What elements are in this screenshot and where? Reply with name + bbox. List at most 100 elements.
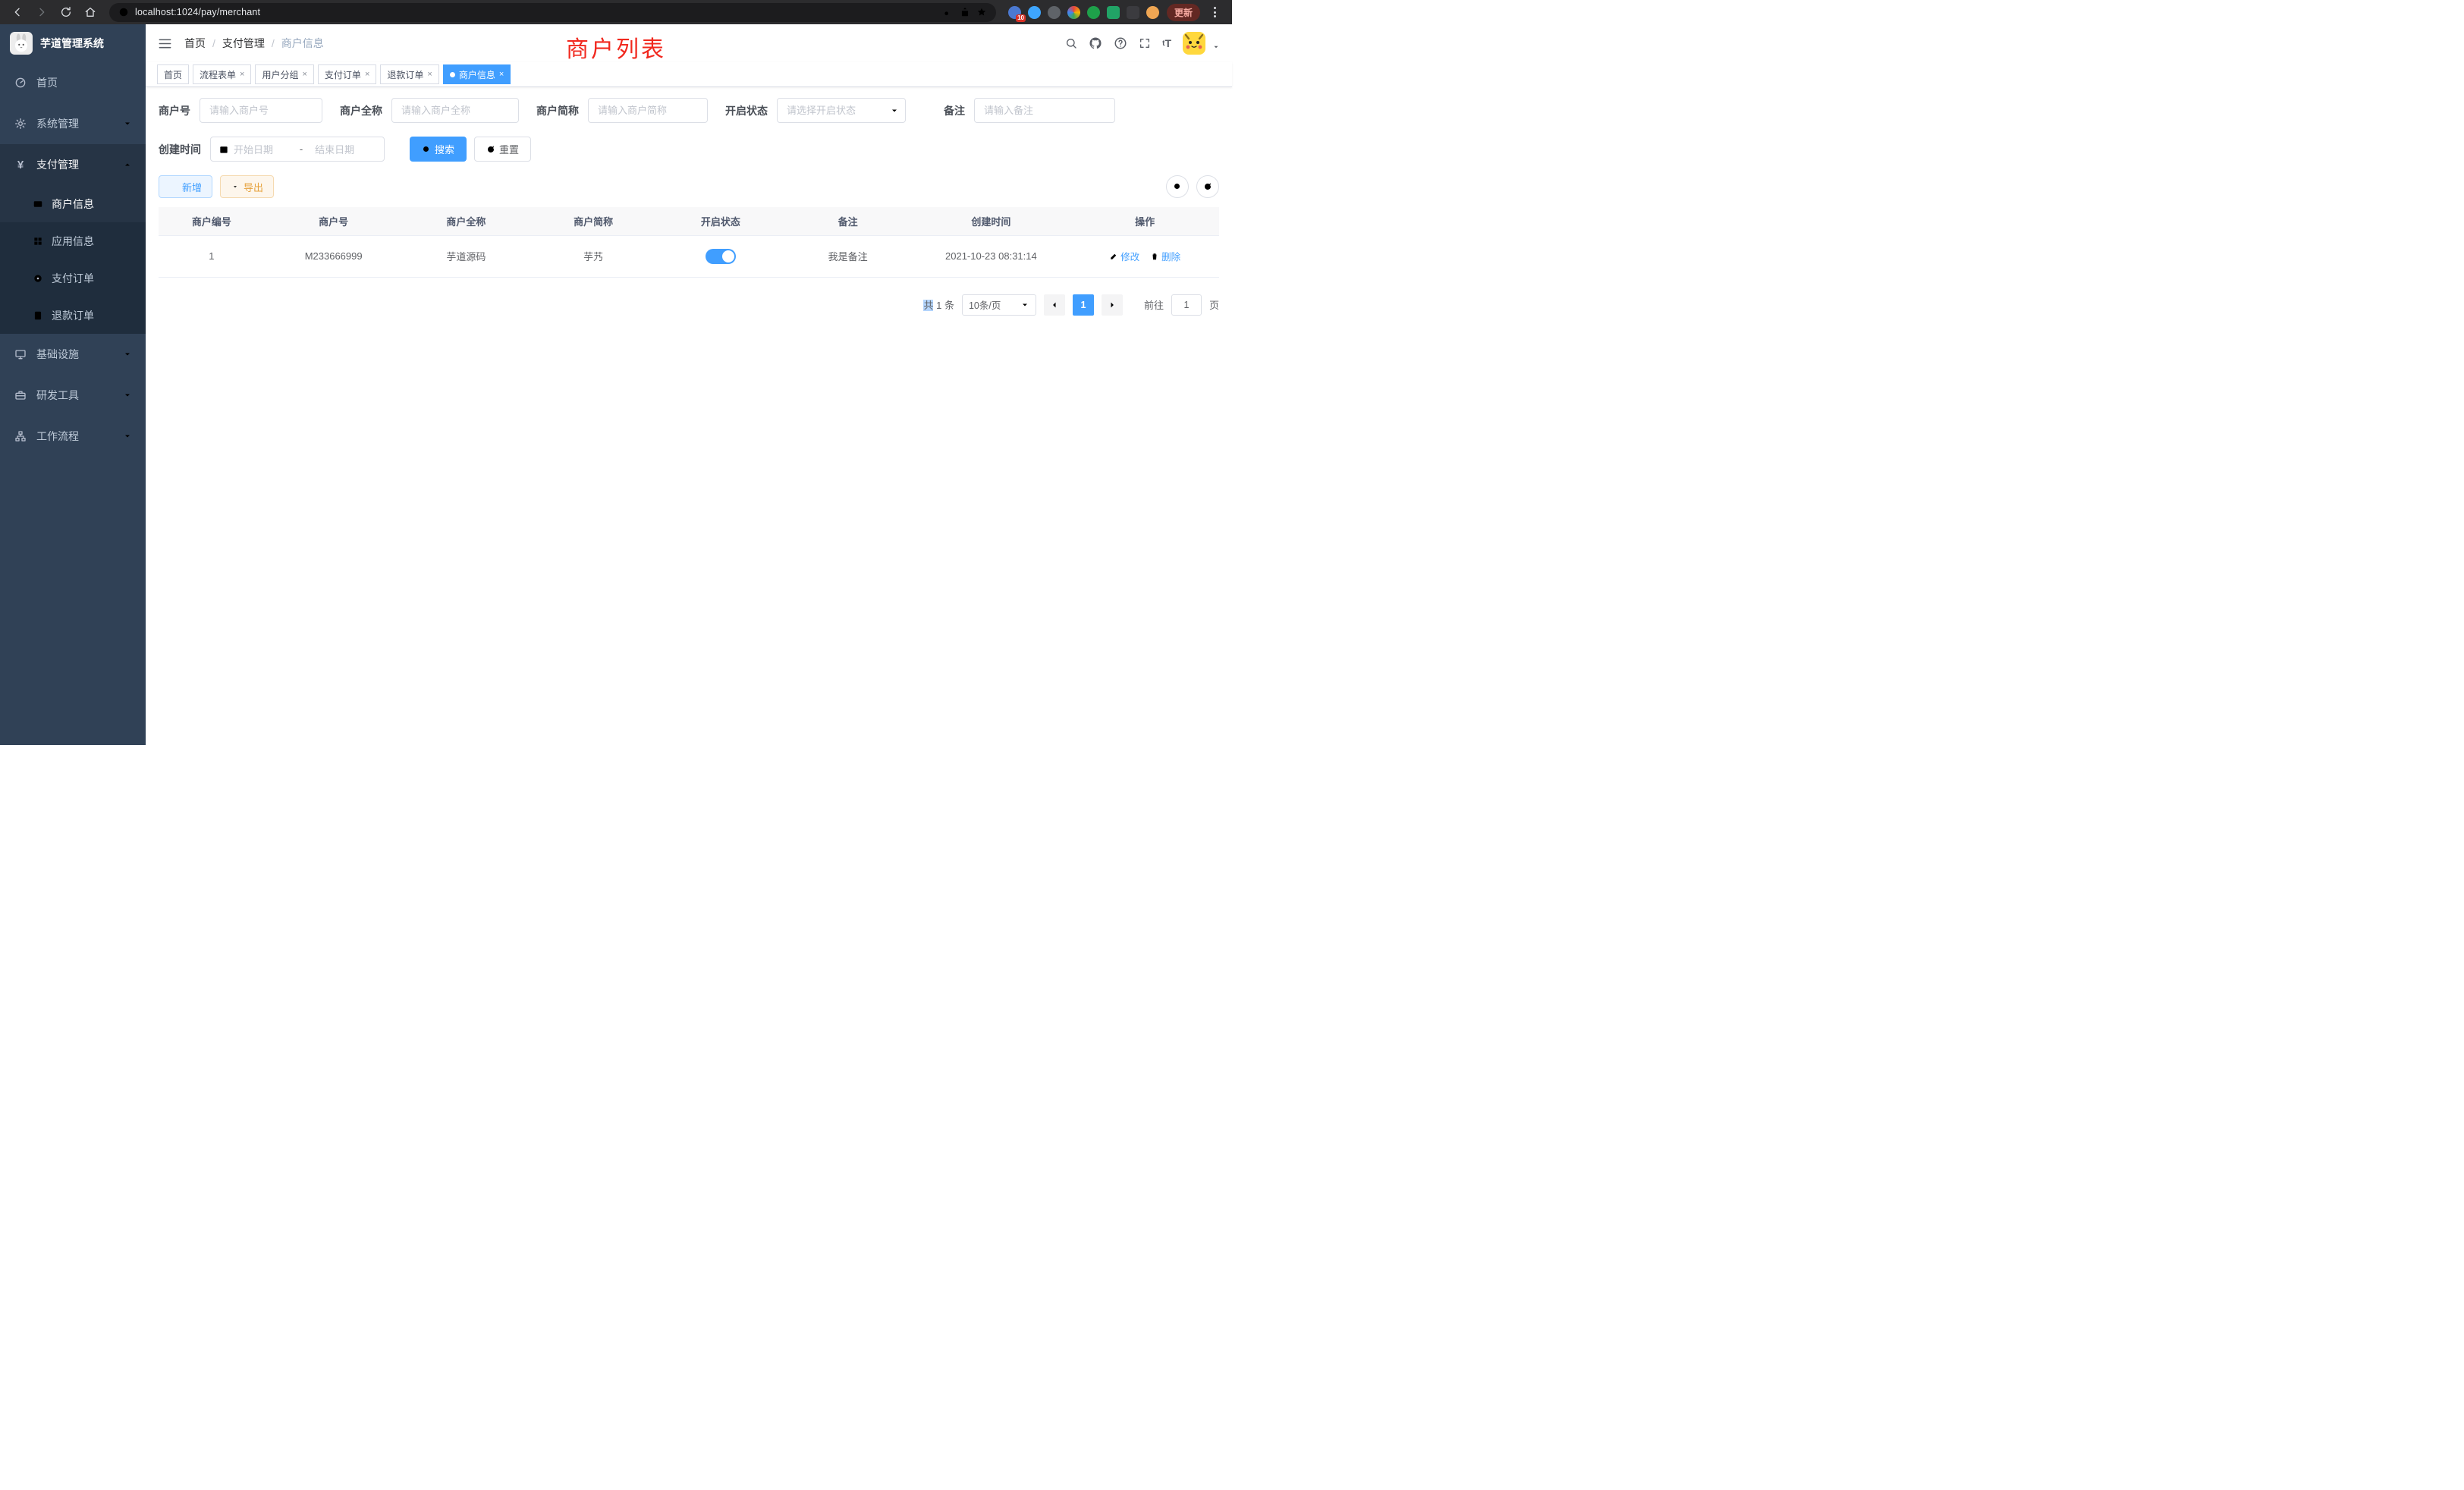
tab-close-icon[interactable]: × bbox=[302, 71, 306, 79]
tab-close-icon[interactable]: × bbox=[499, 71, 504, 79]
extension-drop-icon[interactable] bbox=[1028, 6, 1041, 19]
merchant-table: 商户编号 商户号 商户全称 商户简称 开启状态 备注 创建时间 操作 1 bbox=[159, 207, 1219, 278]
browser-back-button[interactable] bbox=[8, 2, 27, 22]
header-search-icon[interactable] bbox=[1065, 37, 1077, 49]
avatar-caret-down-icon[interactable] bbox=[1212, 43, 1220, 51]
search-button-label: 搜索 bbox=[435, 142, 454, 156]
hamburger-icon[interactable] bbox=[158, 36, 172, 51]
search-icon bbox=[1173, 182, 1182, 191]
goto-page-input[interactable] bbox=[1171, 294, 1202, 316]
tab-close-icon[interactable]: × bbox=[240, 71, 244, 79]
site-info-icon[interactable] bbox=[118, 7, 129, 17]
tab-pay-orders[interactable]: 支付订单 × bbox=[318, 64, 376, 84]
page-1-button[interactable]: 1 bbox=[1073, 294, 1094, 316]
sidebar-subitem-label: 退款订单 bbox=[52, 308, 94, 323]
merchant-no-input[interactable] bbox=[200, 98, 322, 123]
tab-process-form[interactable]: 流程表单 × bbox=[193, 64, 251, 84]
refresh-table-button[interactable] bbox=[1196, 175, 1219, 198]
monitor-icon bbox=[14, 348, 27, 360]
main-panel: 首页 / 支付管理 / 商户信息 商户列表 bbox=[146, 24, 1232, 745]
user-avatar[interactable] bbox=[1183, 32, 1205, 55]
forward-arrow-icon bbox=[36, 6, 48, 18]
dashboard-icon bbox=[14, 77, 27, 89]
sidebar-item-label: 系统管理 bbox=[36, 116, 79, 131]
breadcrumb-home[interactable]: 首页 bbox=[184, 36, 206, 51]
browser-update-button[interactable]: 更新 bbox=[1167, 4, 1200, 21]
sidebar-item-merchant-info[interactable]: 商户信息 bbox=[0, 185, 146, 222]
browser-chrome: localhost:1024/pay/merchant 10 更新 bbox=[0, 0, 1232, 24]
cell-short-name: 芋艿 bbox=[530, 235, 657, 277]
logo-avatar bbox=[10, 32, 33, 55]
password-key-icon[interactable] bbox=[943, 7, 954, 17]
browser-forward-button[interactable] bbox=[32, 2, 52, 22]
browser-home-button[interactable] bbox=[80, 2, 100, 22]
breadcrumb-payment[interactable]: 支付管理 bbox=[222, 36, 265, 51]
tab-label: 流程表单 bbox=[200, 68, 236, 81]
calendar-icon bbox=[218, 144, 229, 155]
sidebar-item-app-info[interactable]: 应用信息 bbox=[0, 222, 146, 259]
full-name-input[interactable] bbox=[391, 98, 519, 123]
bookmark-star-icon[interactable] bbox=[976, 7, 987, 17]
column-header: 商户号 bbox=[265, 207, 403, 235]
app-title: 芋道管理系统 bbox=[40, 36, 104, 51]
extension-green-circle-icon[interactable] bbox=[1087, 6, 1100, 19]
sidebar-item-workflow[interactable]: 工作流程 bbox=[0, 416, 146, 457]
filter-merchant-no: 商户号 bbox=[159, 98, 322, 123]
extension-dark-puzzle-icon[interactable] bbox=[1127, 6, 1139, 19]
search-button[interactable]: 搜索 bbox=[410, 137, 467, 162]
tab-merchant-info[interactable]: 商户信息 × bbox=[443, 64, 511, 84]
browser-reload-button[interactable] bbox=[56, 2, 76, 22]
column-header: 商户全称 bbox=[403, 207, 530, 235]
help-icon[interactable] bbox=[1114, 36, 1127, 50]
extension-gray-icon[interactable] bbox=[1048, 6, 1061, 19]
github-icon[interactable] bbox=[1089, 36, 1102, 50]
delete-link[interactable]: 删除 bbox=[1150, 249, 1180, 263]
fullscreen-icon[interactable] bbox=[1139, 37, 1151, 49]
export-button[interactable]: 导出 bbox=[220, 175, 274, 198]
status-toggle[interactable] bbox=[706, 249, 736, 264]
status-select[interactable] bbox=[777, 98, 906, 123]
page-size-select[interactable]: 10条/页 bbox=[962, 294, 1036, 316]
top-navbar: 首页 / 支付管理 / 商户信息 商户列表 bbox=[146, 24, 1232, 62]
browser-menu-icon[interactable] bbox=[1205, 2, 1224, 22]
sidebar-item-home[interactable]: 首页 bbox=[0, 62, 146, 103]
address-bar[interactable]: localhost:1024/pay/merchant bbox=[109, 3, 996, 22]
tab-home[interactable]: 首页 bbox=[157, 64, 189, 84]
tab-user-group[interactable]: 用户分组 × bbox=[255, 64, 313, 84]
navbar-actions: tT bbox=[1065, 32, 1220, 55]
extension-green-square-icon[interactable] bbox=[1107, 6, 1120, 19]
tab-label: 退款订单 bbox=[387, 68, 423, 81]
page-content: 商户号 商户全称 商户简称 开启状态 bbox=[146, 87, 1232, 745]
sidebar-item-infrastructure[interactable]: 基础设施 bbox=[0, 334, 146, 375]
font-size-icon[interactable]: tT bbox=[1162, 37, 1171, 49]
tab-close-icon[interactable]: × bbox=[365, 71, 369, 79]
share-icon[interactable] bbox=[960, 7, 970, 17]
reset-button[interactable]: 重置 bbox=[474, 137, 531, 162]
sidebar-item-pay-orders[interactable]: 支付订单 bbox=[0, 259, 146, 297]
edit-link[interactable]: 修改 bbox=[1109, 249, 1139, 263]
profile-avatar-icon[interactable] bbox=[1146, 6, 1159, 19]
sidebar-item-dev-tools[interactable]: 研发工具 bbox=[0, 375, 146, 416]
cell-actions: 修改 删除 bbox=[1070, 235, 1219, 277]
extensions-puzzle-icon[interactable]: 10 bbox=[1008, 6, 1021, 19]
table-header-row: 商户编号 商户号 商户全称 商户简称 开启状态 备注 创建时间 操作 bbox=[159, 207, 1219, 235]
add-button[interactable]: 新增 bbox=[159, 175, 212, 198]
toggle-search-button[interactable] bbox=[1166, 175, 1189, 198]
prev-page-button[interactable] bbox=[1044, 294, 1065, 316]
date-range-picker[interactable]: 开始日期 - 结束日期 bbox=[210, 137, 385, 162]
tab-label: 首页 bbox=[164, 68, 182, 81]
edit-link-label: 修改 bbox=[1120, 249, 1139, 263]
next-page-button[interactable] bbox=[1102, 294, 1123, 316]
tab-refund-orders[interactable]: 退款订单 × bbox=[380, 64, 438, 84]
chevron-up-icon bbox=[123, 160, 132, 169]
remark-input[interactable] bbox=[974, 98, 1115, 123]
short-name-input[interactable] bbox=[588, 98, 708, 123]
refresh-icon bbox=[486, 145, 495, 154]
tab-close-icon[interactable]: × bbox=[427, 71, 432, 79]
sidebar-item-payment[interactable]: ¥ 支付管理 bbox=[0, 144, 146, 185]
extension-color-icon[interactable] bbox=[1067, 6, 1080, 19]
sidebar-logo[interactable]: 芋道管理系统 bbox=[0, 24, 146, 62]
filter-full-name: 商户全称 bbox=[340, 98, 519, 123]
sidebar-item-system[interactable]: 系统管理 bbox=[0, 103, 146, 144]
sidebar-item-refund-orders[interactable]: 退款订单 bbox=[0, 297, 146, 334]
